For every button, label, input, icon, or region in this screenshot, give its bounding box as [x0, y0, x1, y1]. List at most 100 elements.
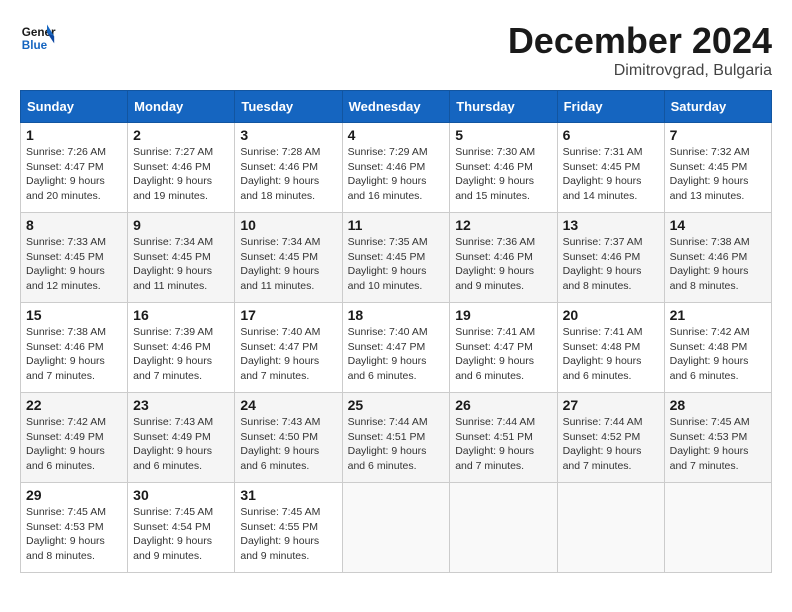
- day-info: Sunrise: 7:45 AM Sunset: 4:54 PM Dayligh…: [133, 505, 229, 564]
- daylight-label: Daylight: 9 hours and 8 minutes.: [563, 265, 642, 292]
- daylight-label: Daylight: 9 hours and 18 minutes.: [240, 175, 319, 202]
- daylight-label: Daylight: 9 hours and 7 minutes.: [133, 355, 212, 382]
- sunrise-label: Sunrise: 7:33 AM: [26, 236, 106, 248]
- weekday-header-row: SundayMondayTuesdayWednesdayThursdayFrid…: [21, 91, 772, 123]
- daylight-label: Daylight: 9 hours and 6 minutes.: [133, 445, 212, 472]
- day-info: Sunrise: 7:38 AM Sunset: 4:46 PM Dayligh…: [26, 325, 122, 384]
- day-number: 27: [563, 397, 659, 413]
- sunrise-label: Sunrise: 7:39 AM: [133, 326, 213, 338]
- day-info: Sunrise: 7:38 AM Sunset: 4:46 PM Dayligh…: [670, 235, 766, 294]
- day-number: 7: [670, 127, 766, 143]
- day-number: 25: [348, 397, 445, 413]
- day-info: Sunrise: 7:35 AM Sunset: 4:45 PM Dayligh…: [348, 235, 445, 294]
- calendar-cell: 27 Sunrise: 7:44 AM Sunset: 4:52 PM Dayl…: [557, 393, 664, 483]
- sunset-label: Sunset: 4:45 PM: [348, 251, 426, 263]
- calendar-cell: 1 Sunrise: 7:26 AM Sunset: 4:47 PM Dayli…: [21, 123, 128, 213]
- sunrise-label: Sunrise: 7:42 AM: [670, 326, 750, 338]
- sunrise-label: Sunrise: 7:26 AM: [26, 146, 106, 158]
- sunset-label: Sunset: 4:46 PM: [133, 341, 211, 353]
- calendar-cell: 4 Sunrise: 7:29 AM Sunset: 4:46 PM Dayli…: [342, 123, 450, 213]
- sunset-label: Sunset: 4:47 PM: [240, 341, 318, 353]
- daylight-label: Daylight: 9 hours and 7 minutes.: [240, 355, 319, 382]
- weekday-header-friday: Friday: [557, 91, 664, 123]
- sunset-label: Sunset: 4:48 PM: [670, 341, 748, 353]
- sunrise-label: Sunrise: 7:42 AM: [26, 416, 106, 428]
- day-info: Sunrise: 7:43 AM Sunset: 4:49 PM Dayligh…: [133, 415, 229, 474]
- month-title: December 2024: [508, 20, 772, 62]
- location: Dimitrovgrad, Bulgaria: [508, 62, 772, 80]
- day-info: Sunrise: 7:34 AM Sunset: 4:45 PM Dayligh…: [240, 235, 336, 294]
- sunset-label: Sunset: 4:46 PM: [348, 161, 426, 173]
- calendar-week-row: 15 Sunrise: 7:38 AM Sunset: 4:46 PM Dayl…: [21, 303, 772, 393]
- title-area: December 2024 Dimitrovgrad, Bulgaria: [508, 20, 772, 80]
- day-info: Sunrise: 7:41 AM Sunset: 4:48 PM Dayligh…: [563, 325, 659, 384]
- calendar-cell: 8 Sunrise: 7:33 AM Sunset: 4:45 PM Dayli…: [21, 213, 128, 303]
- weekday-header-thursday: Thursday: [450, 91, 557, 123]
- sunrise-label: Sunrise: 7:44 AM: [563, 416, 643, 428]
- sunset-label: Sunset: 4:45 PM: [240, 251, 318, 263]
- day-number: 16: [133, 307, 229, 323]
- sunset-label: Sunset: 4:55 PM: [240, 521, 318, 533]
- day-number: 20: [563, 307, 659, 323]
- day-info: Sunrise: 7:44 AM Sunset: 4:51 PM Dayligh…: [348, 415, 445, 474]
- calendar-cell: 15 Sunrise: 7:38 AM Sunset: 4:46 PM Dayl…: [21, 303, 128, 393]
- sunrise-label: Sunrise: 7:31 AM: [563, 146, 643, 158]
- calendar-cell: 21 Sunrise: 7:42 AM Sunset: 4:48 PM Dayl…: [664, 303, 771, 393]
- day-number: 2: [133, 127, 229, 143]
- sunset-label: Sunset: 4:45 PM: [133, 251, 211, 263]
- daylight-label: Daylight: 9 hours and 8 minutes.: [26, 535, 105, 562]
- calendar-cell: 9 Sunrise: 7:34 AM Sunset: 4:45 PM Dayli…: [128, 213, 235, 303]
- sunrise-label: Sunrise: 7:27 AM: [133, 146, 213, 158]
- day-info: Sunrise: 7:43 AM Sunset: 4:50 PM Dayligh…: [240, 415, 336, 474]
- day-info: Sunrise: 7:31 AM Sunset: 4:45 PM Dayligh…: [563, 145, 659, 204]
- day-number: 15: [26, 307, 122, 323]
- sunset-label: Sunset: 4:51 PM: [455, 431, 533, 443]
- sunset-label: Sunset: 4:46 PM: [563, 251, 641, 263]
- sunrise-label: Sunrise: 7:40 AM: [348, 326, 428, 338]
- day-info: Sunrise: 7:28 AM Sunset: 4:46 PM Dayligh…: [240, 145, 336, 204]
- sunrise-label: Sunrise: 7:43 AM: [133, 416, 213, 428]
- weekday-header-saturday: Saturday: [664, 91, 771, 123]
- day-info: Sunrise: 7:40 AM Sunset: 4:47 PM Dayligh…: [240, 325, 336, 384]
- calendar-cell: 5 Sunrise: 7:30 AM Sunset: 4:46 PM Dayli…: [450, 123, 557, 213]
- day-info: Sunrise: 7:37 AM Sunset: 4:46 PM Dayligh…: [563, 235, 659, 294]
- calendar-cell: 30 Sunrise: 7:45 AM Sunset: 4:54 PM Dayl…: [128, 483, 235, 573]
- calendar-cell: 26 Sunrise: 7:44 AM Sunset: 4:51 PM Dayl…: [450, 393, 557, 483]
- day-number: 19: [455, 307, 551, 323]
- sunrise-label: Sunrise: 7:38 AM: [26, 326, 106, 338]
- day-number: 21: [670, 307, 766, 323]
- sunset-label: Sunset: 4:47 PM: [26, 161, 104, 173]
- calendar-cell: [664, 483, 771, 573]
- page-header: General Blue December 2024 Dimitrovgrad,…: [20, 20, 772, 80]
- daylight-label: Daylight: 9 hours and 6 minutes.: [670, 355, 749, 382]
- day-number: 31: [240, 487, 336, 503]
- logo-icon: General Blue: [20, 20, 56, 56]
- daylight-label: Daylight: 9 hours and 6 minutes.: [348, 355, 427, 382]
- calendar-cell: 13 Sunrise: 7:37 AM Sunset: 4:46 PM Dayl…: [557, 213, 664, 303]
- sunset-label: Sunset: 4:52 PM: [563, 431, 641, 443]
- daylight-label: Daylight: 9 hours and 7 minutes.: [670, 445, 749, 472]
- daylight-label: Daylight: 9 hours and 20 minutes.: [26, 175, 105, 202]
- calendar-cell: 29 Sunrise: 7:45 AM Sunset: 4:53 PM Dayl…: [21, 483, 128, 573]
- weekday-header-tuesday: Tuesday: [235, 91, 342, 123]
- sunrise-label: Sunrise: 7:43 AM: [240, 416, 320, 428]
- daylight-label: Daylight: 9 hours and 11 minutes.: [133, 265, 212, 292]
- sunset-label: Sunset: 4:51 PM: [348, 431, 426, 443]
- day-number: 4: [348, 127, 445, 143]
- day-info: Sunrise: 7:45 AM Sunset: 4:53 PM Dayligh…: [670, 415, 766, 474]
- day-info: Sunrise: 7:45 AM Sunset: 4:53 PM Dayligh…: [26, 505, 122, 564]
- day-info: Sunrise: 7:44 AM Sunset: 4:51 PM Dayligh…: [455, 415, 551, 474]
- day-number: 26: [455, 397, 551, 413]
- daylight-label: Daylight: 9 hours and 13 minutes.: [670, 175, 749, 202]
- sunset-label: Sunset: 4:48 PM: [563, 341, 641, 353]
- day-info: Sunrise: 7:40 AM Sunset: 4:47 PM Dayligh…: [348, 325, 445, 384]
- sunset-label: Sunset: 4:50 PM: [240, 431, 318, 443]
- day-number: 12: [455, 217, 551, 233]
- sunrise-label: Sunrise: 7:38 AM: [670, 236, 750, 248]
- calendar-cell: 25 Sunrise: 7:44 AM Sunset: 4:51 PM Dayl…: [342, 393, 450, 483]
- sunrise-label: Sunrise: 7:41 AM: [455, 326, 535, 338]
- sunrise-label: Sunrise: 7:44 AM: [455, 416, 535, 428]
- weekday-header-sunday: Sunday: [21, 91, 128, 123]
- day-info: Sunrise: 7:36 AM Sunset: 4:46 PM Dayligh…: [455, 235, 551, 294]
- sunset-label: Sunset: 4:46 PM: [26, 341, 104, 353]
